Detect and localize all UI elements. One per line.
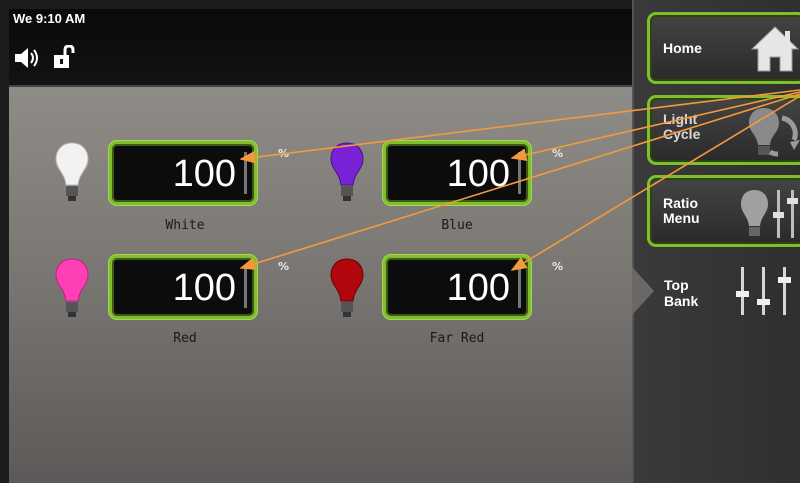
ratio-bulb-slider-icon: [741, 190, 798, 238]
blue-label: Blue: [441, 218, 473, 233]
light-cycle-label: Light Cycle: [663, 111, 701, 142]
status-bar: We 9:10 AM: [9, 9, 632, 87]
white-bulb-icon: [55, 142, 89, 201]
red-value: 100: [172, 267, 236, 309]
home-icon: [750, 26, 800, 72]
blue-unit: %: [552, 147, 564, 160]
white-value-field[interactable]: 100: [109, 141, 257, 205]
far-red-unit: %: [552, 260, 564, 273]
white-value: 100: [172, 153, 236, 195]
blue-value-field[interactable]: 100: [383, 141, 531, 205]
home-label: Home: [663, 40, 702, 56]
unlock-icon[interactable]: [53, 44, 75, 74]
red-value-field[interactable]: 100: [109, 255, 257, 319]
blue-value: 100: [446, 153, 510, 195]
red-unit: %: [278, 260, 290, 273]
light-cycle-icon: [749, 108, 800, 157]
far-red-value: 100: [446, 267, 510, 309]
white-label: White: [165, 218, 205, 233]
far-red-value-field[interactable]: 100: [383, 255, 531, 319]
speaker-icon[interactable]: [14, 47, 44, 74]
far-red-bulb-icon: [330, 258, 364, 317]
ratio-menu-button[interactable]: Ratio Menu: [647, 175, 800, 247]
ratio-menu-label: Ratio Menu: [663, 195, 700, 226]
white-unit: %: [278, 147, 290, 160]
far-red-label: Far Red: [429, 331, 485, 346]
red-bulb-icon: [55, 258, 89, 317]
clock: We 9:10 AM: [13, 11, 86, 26]
blue-bulb-icon: [330, 142, 364, 201]
selected-pointer-icon: [632, 267, 654, 315]
home-button[interactable]: Home: [647, 12, 800, 84]
controller-screen: We 9:10 AM 100 % White 100 % Blue 100 % …: [0, 0, 800, 483]
light-cycle-button[interactable]: Light Cycle: [647, 95, 800, 165]
top-bank-label[interactable]: Top Bank: [664, 277, 698, 309]
red-label: Red: [173, 331, 197, 346]
spectrum-panel: 100 % White 100 % Blue 100 % Red 100 % F…: [9, 87, 632, 483]
sliders-icon[interactable]: [735, 265, 797, 317]
